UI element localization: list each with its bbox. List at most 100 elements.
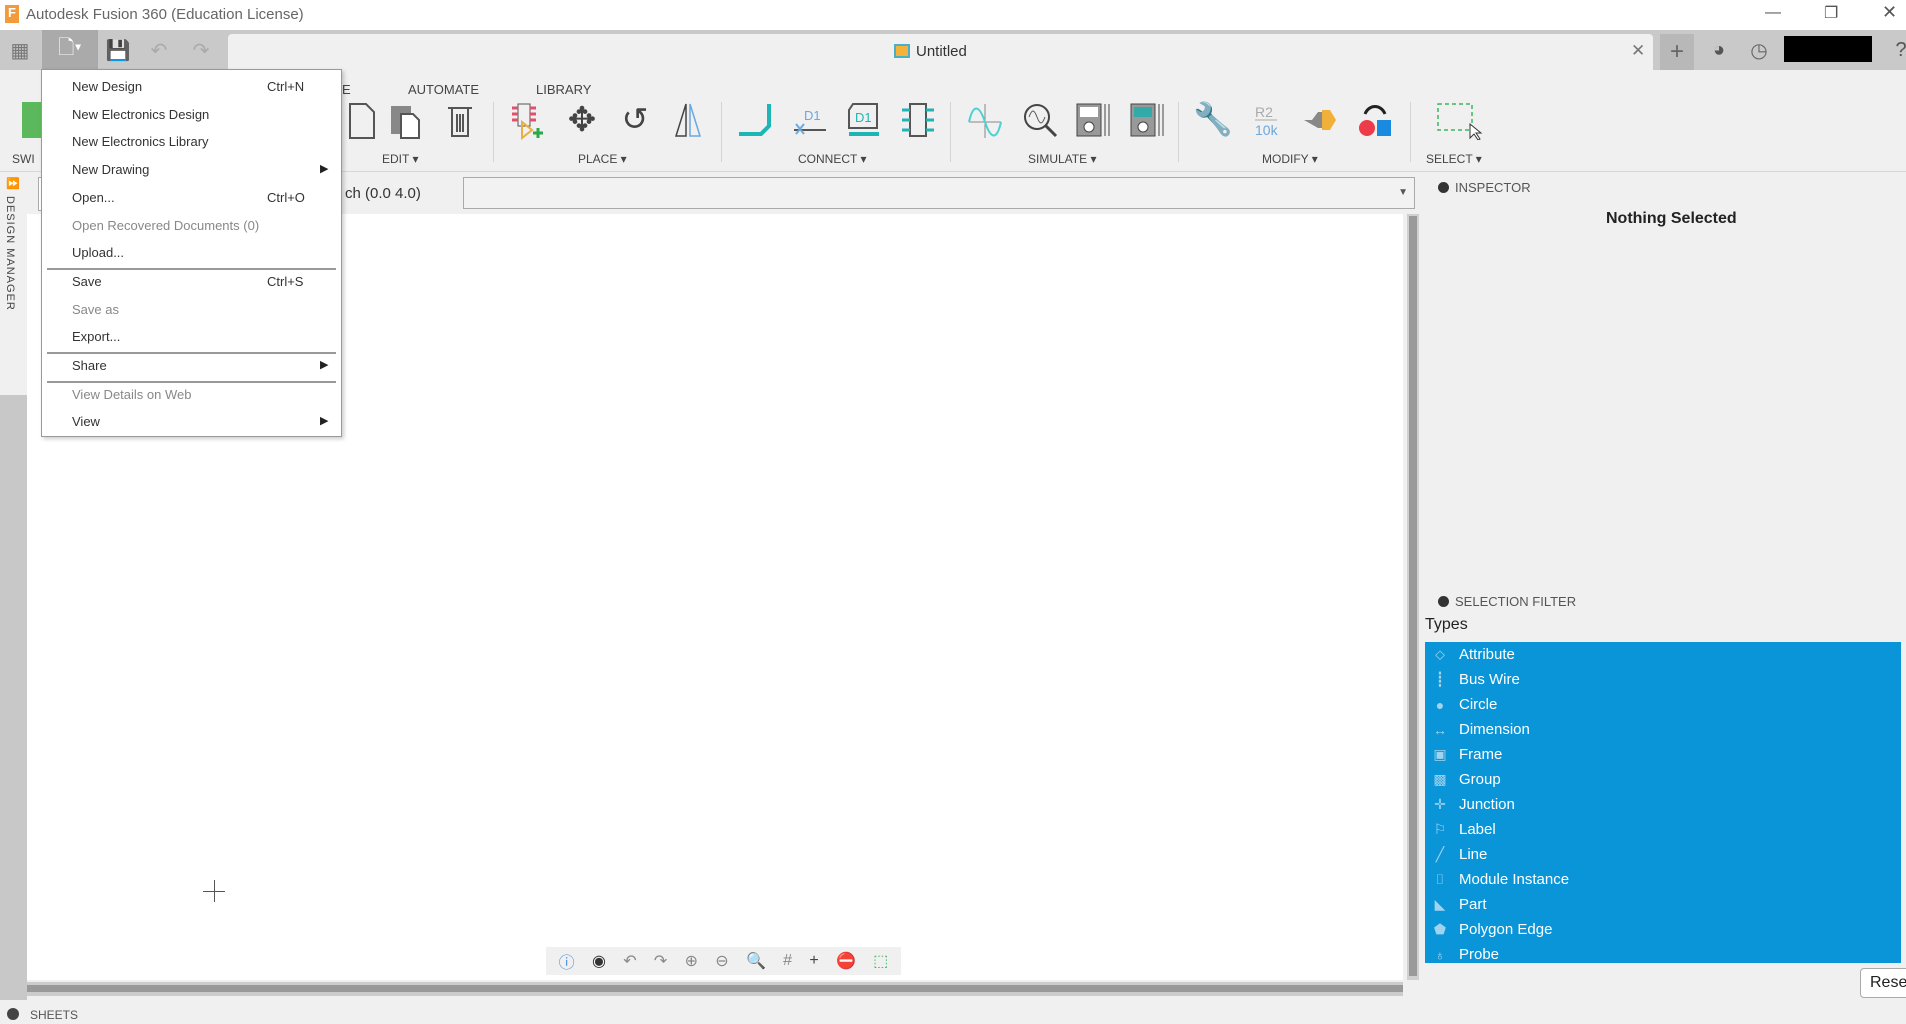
undo-icon[interactable]: ↶ (143, 34, 175, 66)
tab-automate[interactable]: AUTOMATE (408, 82, 479, 97)
selection-types-list[interactable]: ⬦ Attribute ┋ Bus Wire ● Circle ↔ Dimension ▣ Fra… (1425, 642, 1901, 963)
menu-item[interactable]: Upload... (42, 239, 341, 266)
list-item[interactable]: ▣ Frame (1425, 742, 1901, 767)
clock-icon[interactable]: ◷ (1743, 34, 1775, 66)
menu-item[interactable]: New Electronics Design (42, 101, 341, 128)
module-icon: ⌷ (1435, 871, 1445, 887)
close-window-button[interactable]: ✕ (1882, 2, 1897, 23)
list-item[interactable]: ↔ Dimension (1425, 717, 1901, 742)
list-item[interactable]: ┋ Bus Wire (1425, 667, 1901, 692)
info-icon[interactable]: ⓘ (559, 949, 575, 973)
svg-text:10k: 10k (1255, 122, 1279, 138)
reset-button[interactable]: Rese (1860, 968, 1906, 998)
sheets-bar[interactable]: SHEETS (0, 1005, 1906, 1024)
simulate-group-label[interactable]: SIMULATE ▾ (1028, 152, 1096, 166)
crosshair-icon[interactable]: + (809, 952, 818, 970)
horizontal-scrollbar[interactable] (27, 982, 1403, 996)
name-net-icon[interactable]: D1 (790, 100, 830, 140)
list-item[interactable]: ◣ Part (1425, 892, 1901, 917)
undo-icon[interactable]: ↶ (623, 951, 636, 971)
redo-icon[interactable]: ↷ (654, 951, 667, 971)
menu-item-label: Export... (72, 329, 121, 345)
sheets-toggle-icon[interactable] (7, 1008, 19, 1020)
document-tab[interactable]: Untitled ✕ (228, 34, 1653, 70)
zoom-out-icon[interactable]: ⊖ (715, 951, 728, 971)
zoom-in-icon[interactable]: ⊕ (685, 951, 698, 971)
value-icon[interactable]: R210k (1247, 100, 1287, 140)
tab-library[interactable]: LIBRARY (536, 82, 591, 97)
menu-item[interactable]: New Drawing ▶ (42, 156, 341, 183)
command-dropdown[interactable]: ▼ (463, 177, 1415, 209)
submenu-arrow-icon: ▶ (320, 359, 329, 371)
simulation-sine-icon[interactable] (965, 100, 1005, 140)
select-window-icon[interactable] (1434, 100, 1484, 140)
inspector-header[interactable]: INSPECTOR (1438, 180, 1531, 195)
menu-item[interactable]: Save as (42, 296, 341, 323)
list-item[interactable]: ● Circle (1425, 692, 1901, 717)
rotate-icon[interactable]: ↺ (615, 100, 655, 140)
menu-item[interactable]: Export... (42, 323, 341, 350)
new-document-icon[interactable] (342, 100, 382, 140)
plug-icon[interactable] (1300, 100, 1340, 140)
label-net-icon[interactable]: D1 (843, 100, 883, 140)
collapse-icon[interactable] (1438, 182, 1449, 193)
list-item[interactable]: ⬟ Polygon Edge (1425, 917, 1901, 942)
menu-item[interactable]: View Details on Web (42, 381, 341, 408)
eye-icon[interactable]: ◉ (592, 951, 606, 971)
grid-icon[interactable]: # (783, 952, 792, 970)
delete-icon[interactable] (440, 100, 480, 140)
job-status-icon[interactable]: ◕ (1703, 34, 1735, 66)
list-item[interactable]: ⬦ Attribute (1425, 642, 1901, 667)
menu-item[interactable]: New Electronics Library (42, 128, 341, 155)
minimize-button[interactable]: — (1765, 4, 1781, 22)
place-group-label[interactable]: PLACE ▾ (578, 152, 627, 166)
list-item[interactable]: ✛ Junction (1425, 792, 1901, 817)
oscilloscope-icon[interactable] (1127, 100, 1167, 140)
net-wire-icon[interactable] (735, 100, 775, 140)
restore-button[interactable]: ❐ (1824, 3, 1838, 23)
tab-e[interactable]: E (342, 82, 351, 97)
menu-item[interactable]: View ▶ (42, 408, 341, 435)
replace-icon[interactable] (1355, 100, 1395, 140)
help-icon[interactable]: ? (1885, 34, 1906, 66)
module-port-icon[interactable] (898, 100, 938, 140)
new-tab-button[interactable]: + (1660, 34, 1694, 70)
menu-item[interactable]: Save Ctrl+S (42, 268, 341, 295)
menu-item[interactable]: Share ▶ (42, 352, 341, 379)
user-account-button[interactable] (1784, 36, 1872, 62)
apps-grid-icon[interactable]: ▦ (4, 34, 36, 66)
file-menu-button[interactable]: 🗋▾ (42, 30, 98, 70)
save-icon[interactable]: 💾 (102, 34, 134, 66)
list-item[interactable]: ♁ Probe (1425, 942, 1901, 963)
stop-icon[interactable]: ⛔ (836, 951, 856, 971)
vertical-scrollbar[interactable] (1407, 214, 1419, 980)
list-item[interactable]: ╱ Line (1425, 842, 1901, 867)
collapse-icon[interactable] (1438, 596, 1449, 607)
mirror-icon[interactable] (668, 100, 708, 140)
place-component-icon[interactable] (508, 100, 548, 140)
move-icon[interactable]: ✥ (562, 100, 602, 140)
paste-icon[interactable] (385, 100, 425, 140)
edit-group-label[interactable]: EDIT ▾ (382, 152, 418, 166)
connect-group-label[interactable]: CONNECT ▾ (798, 152, 866, 166)
expand-icon[interactable]: ⏩ (6, 177, 20, 190)
menu-item[interactable]: New Design Ctrl+N (42, 73, 341, 100)
list-item[interactable]: ⌷ Module Instance (1425, 867, 1901, 892)
list-item[interactable]: ▩ Group (1425, 767, 1901, 792)
menu-item[interactable]: Open... Ctrl+O (42, 184, 341, 211)
wrench-icon[interactable]: 🔧 (1193, 100, 1233, 140)
selection-filter-header[interactable]: SELECTION FILTER (1438, 594, 1576, 609)
close-tab-icon[interactable]: ✕ (1631, 41, 1645, 61)
switch-workspace-icon[interactable] (22, 102, 42, 138)
list-item[interactable]: ⚐ Label (1425, 817, 1901, 842)
multimeter-icon[interactable] (1073, 100, 1113, 140)
design-manager-label[interactable]: DESIGN MANAGER (4, 196, 16, 311)
select-group-label[interactable]: SELECT ▾ (1426, 152, 1482, 166)
menu-item[interactable]: Open Recovered Documents (0) (42, 212, 341, 239)
probe-search-icon[interactable] (1020, 100, 1060, 140)
menu-item-label: New Drawing (72, 162, 150, 178)
zoom-fit-icon[interactable]: 🔍 (746, 951, 766, 971)
modify-group-label[interactable]: MODIFY ▾ (1262, 152, 1318, 166)
redo-icon[interactable]: ↷ (185, 34, 217, 66)
select-window-icon[interactable]: ⬚ (873, 951, 888, 971)
